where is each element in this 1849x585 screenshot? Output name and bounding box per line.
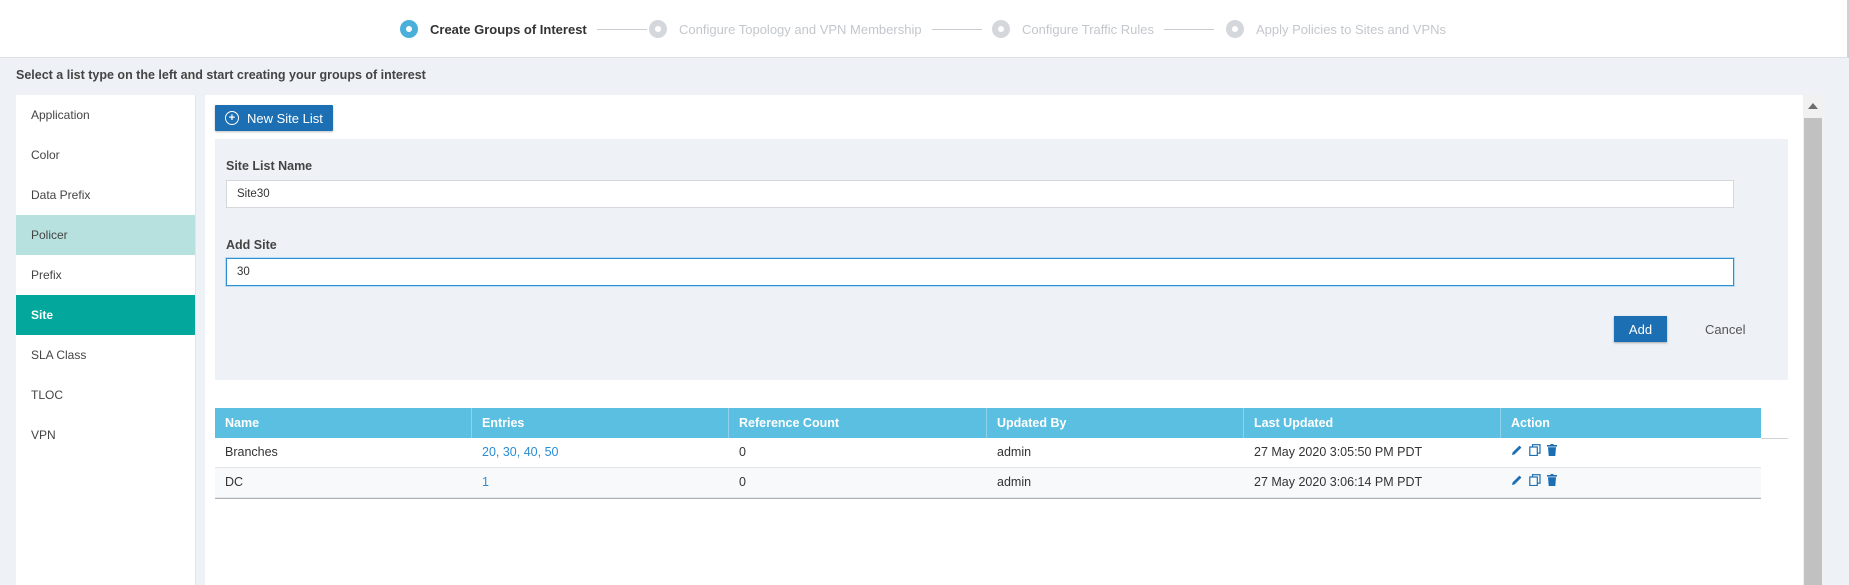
nav-item-vpn[interactable]: VPN: [16, 415, 195, 455]
site-list-form: Site List Name Add Site Add Cancel: [215, 139, 1788, 380]
step-connector: [1164, 28, 1214, 30]
step-inactive-icon: [992, 20, 1010, 38]
column-header-action: Action: [1511, 416, 1550, 430]
nav-item-prefix[interactable]: Prefix: [16, 255, 195, 295]
delete-icon[interactable]: [1547, 474, 1557, 486]
main-panel: + New Site List Site List Name Add Site …: [205, 95, 1803, 585]
wizard-step-label: Apply Policies to Sites and VPNs: [1256, 21, 1447, 37]
entry-link[interactable]: 20: [482, 445, 496, 459]
column-header-name[interactable]: Name: [215, 408, 472, 438]
entry-link[interactable]: 40: [524, 445, 538, 459]
nav-item-policer[interactable]: Policer: [16, 215, 195, 255]
cell-entries: 20, 30, 40, 50: [482, 445, 559, 459]
cell-last-updated: 27 May 2020 3:05:50 PM PDT: [1254, 445, 1423, 459]
column-header-entries[interactable]: Entries: [472, 408, 729, 438]
step-connector: [931, 28, 982, 30]
header-divider: [1761, 438, 1788, 439]
nav-item-sla-class[interactable]: SLA Class: [16, 335, 195, 375]
wizard-step-1[interactable]: Create Groups of Interest: [400, 20, 647, 38]
add-site-input[interactable]: [226, 258, 1734, 286]
step-connector: [596, 28, 647, 30]
edit-icon[interactable]: [1511, 444, 1523, 456]
site-list-name-input[interactable]: [226, 180, 1734, 208]
copy-icon[interactable]: [1529, 444, 1541, 456]
edit-icon[interactable]: [1511, 474, 1523, 486]
list-type-nav: Application Color Data Prefix Policer Pr…: [16, 95, 196, 585]
entry-link[interactable]: 1: [482, 475, 489, 489]
cell-last-updated: 27 May 2020 3:06:14 PM PDT: [1254, 475, 1423, 489]
cell-name: DC: [225, 475, 244, 489]
site-list-table: Name Entries Reference Count Updated By …: [215, 408, 1788, 499]
cell-actions: [1501, 438, 1761, 467]
cell-entries: 1: [472, 468, 729, 497]
table-row: Branches 20, 30, 40, 50 0 admin 27 May 2…: [215, 438, 1761, 468]
cell-reference-count: 0: [739, 475, 746, 489]
scroll-up-arrow-icon[interactable]: [1803, 95, 1823, 117]
cell-updated-by: admin: [997, 475, 1032, 489]
add-site-label: Add Site: [226, 238, 277, 252]
wizard-step-2[interactable]: Configure Topology and VPN Membership: [649, 20, 982, 38]
nav-item-site[interactable]: Site: [16, 295, 195, 335]
nav-item-data-prefix[interactable]: Data Prefix: [16, 175, 195, 215]
wizard-step-label: Create Groups of Interest: [430, 21, 587, 37]
table-row: DC 1 0 admin 27 May 2020 3:06:14 PM PDT: [215, 468, 1761, 498]
cell-name: Branches: [225, 445, 278, 459]
delete-icon[interactable]: [1547, 444, 1557, 456]
table-header: Name Entries Reference Count Updated By …: [215, 408, 1761, 438]
new-site-list-label: New Site List: [247, 110, 323, 126]
plus-circle-icon: +: [225, 111, 239, 125]
cell-updated-by: admin: [997, 445, 1032, 459]
nav-item-color[interactable]: Color: [16, 135, 195, 175]
vertical-scrollbar[interactable]: [1803, 95, 1823, 585]
wizard-step-label: Configure Traffic Rules: [1022, 21, 1154, 37]
scroll-thumb[interactable]: [1804, 118, 1822, 585]
new-site-list-button[interactable]: + New Site List: [215, 105, 333, 131]
instruction-text: Select a list type on the left and start…: [16, 68, 426, 82]
cancel-button[interactable]: Cancel: [1699, 316, 1751, 342]
column-header-updated-by[interactable]: Updated By: [987, 408, 1244, 438]
step-active-icon: [400, 20, 418, 38]
entry-link[interactable]: 30: [503, 445, 517, 459]
nav-item-application[interactable]: Application: [16, 95, 195, 135]
column-header-reference-count[interactable]: Reference Count: [729, 408, 987, 438]
wizard-steps-bar: Create Groups of Interest Configure Topo…: [0, 0, 1849, 58]
cell-actions: [1501, 468, 1761, 497]
entry-link[interactable]: 50: [545, 445, 559, 459]
table-bottom-border: [215, 498, 1761, 499]
wizard-step-4[interactable]: Apply Policies to Sites and VPNs: [1226, 20, 1446, 38]
wizard-step-label: Configure Topology and VPN Membership: [679, 21, 922, 37]
wizard-step-3[interactable]: Configure Traffic Rules: [992, 20, 1214, 38]
cell-reference-count: 0: [739, 445, 746, 459]
site-list-name-label: Site List Name: [226, 159, 313, 173]
add-button[interactable]: Add: [1614, 316, 1667, 342]
step-inactive-icon: [649, 20, 667, 38]
copy-icon[interactable]: [1529, 474, 1541, 486]
step-inactive-icon: [1226, 20, 1244, 38]
column-header-last-updated[interactable]: Last Updated: [1244, 408, 1501, 438]
nav-item-tloc[interactable]: TLOC: [16, 375, 195, 415]
